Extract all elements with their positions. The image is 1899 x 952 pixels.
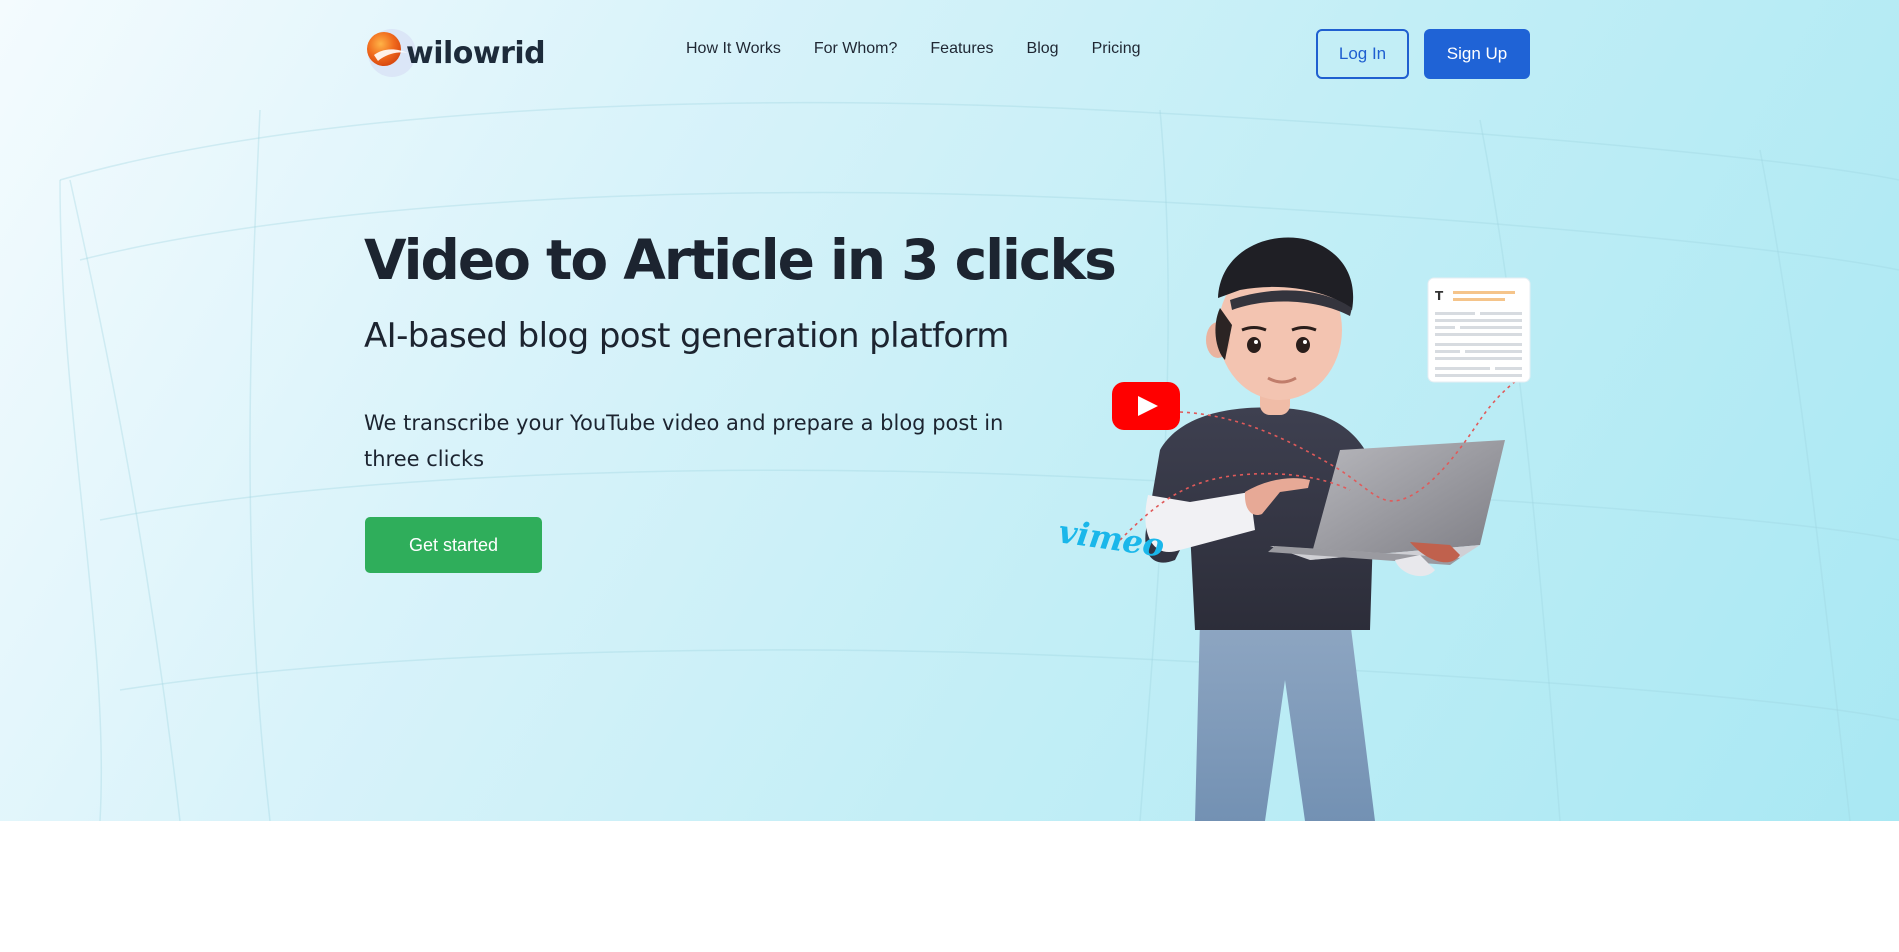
login-button[interactable]: Log In bbox=[1316, 29, 1409, 79]
youtube-icon bbox=[1112, 382, 1180, 430]
hero-section: wilowrid How It Works For Whom? Features… bbox=[0, 0, 1899, 821]
main-nav: How It Works For Whom? Features Blog Pri… bbox=[686, 40, 1173, 58]
nav-item-for-whom[interactable]: For Whom? bbox=[814, 40, 898, 58]
nav-item-how-it-works[interactable]: How It Works bbox=[686, 40, 781, 58]
document-initial: T bbox=[1435, 289, 1444, 303]
hero-subtitle: AI-based blog post generation platform bbox=[364, 316, 1009, 356]
get-started-button[interactable]: Get started bbox=[365, 517, 542, 573]
brand-name: wilowrid bbox=[406, 35, 546, 71]
person-legs bbox=[1195, 620, 1375, 821]
signup-button[interactable]: Sign Up bbox=[1424, 29, 1530, 79]
hero-description: We transcribe your YouTube video and pre… bbox=[364, 411, 1004, 471]
article-document-icon: T bbox=[1427, 277, 1531, 383]
brand-logo[interactable]: wilowrid bbox=[364, 27, 546, 79]
person-head bbox=[1206, 237, 1354, 415]
nav-item-features[interactable]: Features bbox=[930, 40, 993, 58]
nav-item-pricing[interactable]: Pricing bbox=[1092, 40, 1141, 58]
hero-illustration: vimeo T bbox=[1056, 237, 1531, 821]
hero-title: Video to Article in 3 clicks bbox=[364, 228, 1117, 292]
nav-item-blog[interactable]: Blog bbox=[1027, 40, 1059, 58]
